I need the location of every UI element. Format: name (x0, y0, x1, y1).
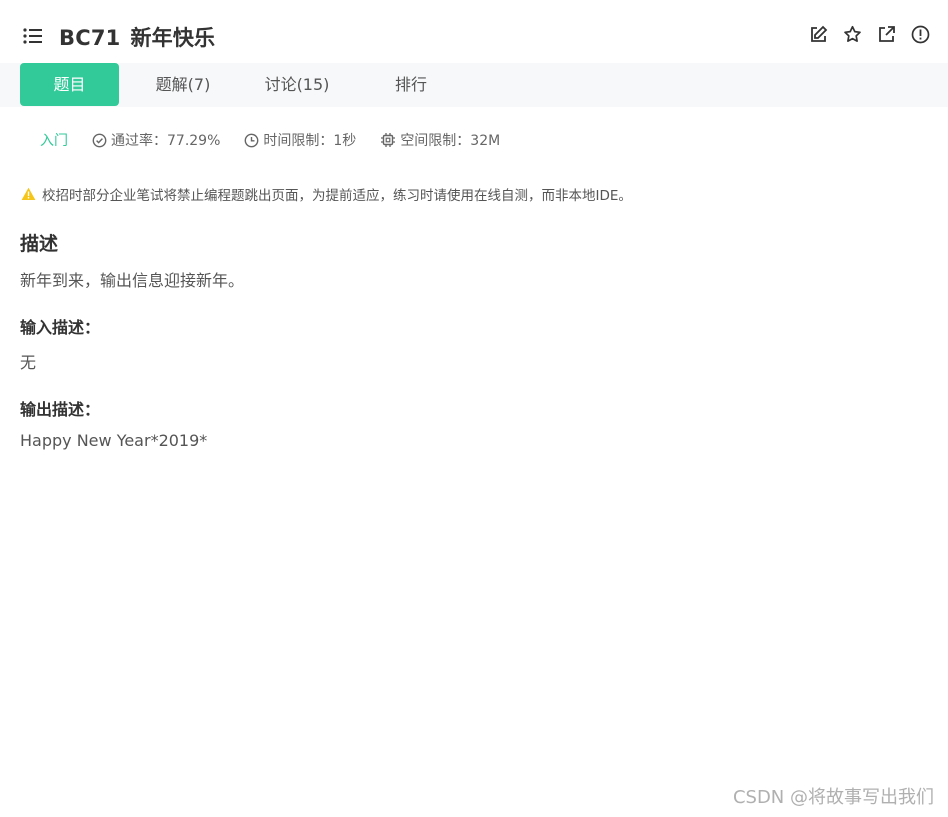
warning-icon (21, 187, 36, 200)
external-link-icon[interactable] (877, 25, 896, 44)
tab-bar: 题目 题解(7) 讨论(15) 排行 (0, 63, 948, 107)
difficulty-badge: 入门 (40, 133, 68, 149)
tab-problem[interactable]: 题目 (20, 63, 119, 106)
output-description-title: 输出描述： (20, 400, 101, 419)
problem-title: 新年快乐 (130, 26, 216, 50)
time-limit-text: 时间限制：1秒 (263, 133, 357, 149)
clock-icon (244, 133, 259, 147)
list-menu-icon[interactable] (22, 26, 44, 46)
output-description-text: Happy New Year*2019* (20, 431, 208, 450)
chip-icon (381, 133, 396, 147)
tab-discussion[interactable]: 讨论(15) (247, 63, 347, 106)
info-icon[interactable] (911, 25, 930, 44)
edit-icon[interactable] (809, 25, 828, 44)
time-limit: 时间限制：1秒 (244, 130, 356, 150)
memory-limit: 空间限制：32M (380, 130, 500, 150)
page-title: BC71 新年快乐 (59, 22, 215, 52)
pass-rate: 通过率：77.29% (92, 130, 220, 150)
check-circle-icon (92, 133, 107, 147)
description-title: 描述 (20, 233, 59, 255)
tab-ranking[interactable]: 排行 (361, 63, 461, 106)
memory-limit-text: 空间限制：32M (400, 133, 501, 149)
input-description-text: 无 (20, 353, 37, 372)
warning-text: 校招时部分企业笔试将禁止编程题跳出页面，为提前适应，练习时请使用在线自测，而非本… (42, 188, 632, 204)
header: BC71 新年快乐 (0, 0, 948, 63)
tab-solutions[interactable]: 题解(7) (133, 63, 233, 106)
input-description-title: 输入描述： (20, 318, 101, 337)
problem-id: BC71 (59, 26, 121, 50)
warning-notice: 校招时部分企业笔试将禁止编程题跳出页面，为提前适应，练习时请使用在线自测，而非本… (21, 184, 632, 204)
watermark: CSDN @将故事写出我们 (732, 787, 934, 808)
pass-rate-text: 通过率：77.29% (111, 133, 221, 149)
header-toolbar (809, 25, 930, 44)
description-text: 新年到来，输出信息迎接新年。 (20, 271, 245, 290)
star-icon[interactable] (843, 25, 862, 44)
problem-meta: 入门 通过率：77.29% 时间限制：1秒 空间限制：32M (40, 129, 524, 151)
